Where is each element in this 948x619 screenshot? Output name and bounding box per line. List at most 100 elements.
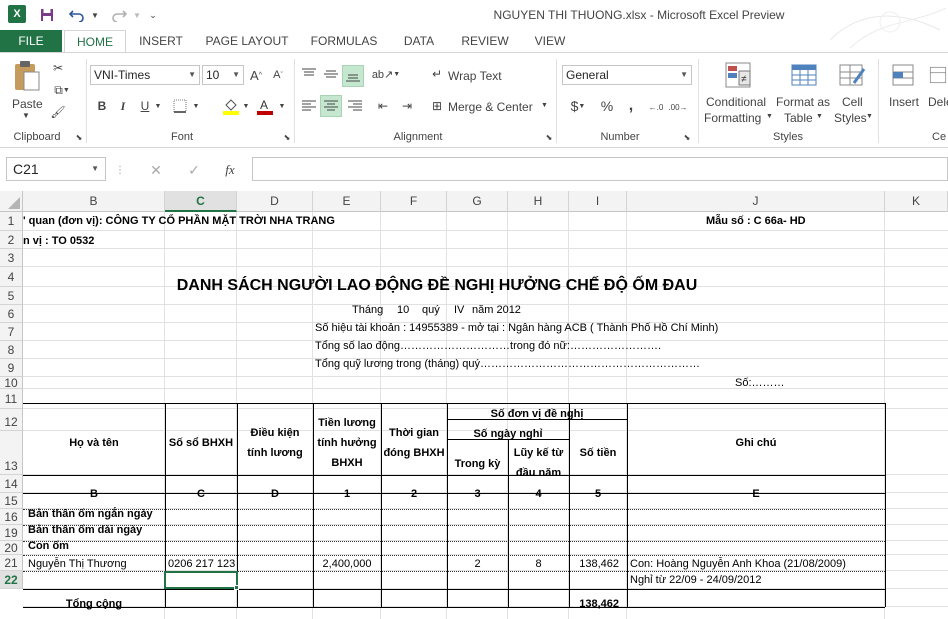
code-3[interactable]: 3	[447, 488, 508, 500]
clipboard-launcher-icon[interactable]: ⬊	[74, 132, 84, 142]
underline-button[interactable]: U	[138, 97, 152, 115]
row-header-2[interactable]: 2	[0, 231, 23, 249]
cell-B16[interactable]: Bản thân ốm dài ngày	[28, 524, 142, 536]
header-dieu-kien-2[interactable]: tính lương	[237, 447, 313, 459]
align-top-icon[interactable]	[300, 65, 318, 83]
enter-icon[interactable]: ✓	[184, 161, 204, 179]
currency-icon[interactable]: $ ▼	[566, 97, 590, 115]
row-header-22[interactable]: 22	[0, 571, 23, 589]
format-table-dropdown-icon[interactable]: ▼	[816, 113, 823, 120]
code-C[interactable]: C	[165, 488, 237, 500]
code-D[interactable]: D	[237, 488, 313, 500]
decrease-font-icon[interactable]: Aˇ	[270, 67, 286, 83]
row-header-19[interactable]: 19	[0, 525, 23, 541]
cell-account[interactable]: Số hiệu tài khoản : 14955389 - mở tại : …	[315, 322, 718, 334]
number-format-select[interactable]: General ▼	[562, 65, 692, 85]
worksheet-grid[interactable]: BCDEFGHIJK 1 2 3 4 5 6 7 8 9 10 11 12 13 14 15 16 19 20 21…	[0, 191, 948, 619]
insert-function-icon[interactable]: fx	[220, 161, 240, 179]
increase-decimal-icon[interactable]: ←.0	[646, 99, 666, 115]
cell-G20[interactable]: 2	[447, 558, 508, 570]
merge-center-icon[interactable]: ⊞	[428, 97, 446, 115]
code-1[interactable]: 1	[313, 488, 381, 500]
header-thoi-gian-2[interactable]: đóng BHXH	[381, 447, 447, 459]
tab-insert[interactable]: INSERT	[130, 30, 192, 52]
select-all-corner[interactable]	[0, 191, 23, 212]
header-thoi-gian-1[interactable]: Thời gian	[381, 427, 447, 439]
cell-B22[interactable]: Tổng cộng	[23, 598, 165, 610]
cell-J20[interactable]: Con: Hoàng Nguyễn Anh Khoa (21/08/2009)	[630, 558, 846, 570]
row-header-4[interactable]: 4	[0, 267, 23, 287]
row-header-6[interactable]: 6	[0, 305, 23, 323]
row-header-5[interactable]: 5	[0, 287, 23, 305]
cell-quarter-label[interactable]: quý	[422, 304, 440, 316]
comma-style-icon[interactable]: ,	[624, 97, 638, 115]
header-so-ngay-nghi[interactable]: Số ngày nghỉ	[447, 428, 569, 440]
report-title[interactable]: DANH SÁCH NGƯỜI LAO ĐỘNG ĐỀ NGHỊ HƯỞNG C…	[90, 277, 784, 295]
increase-font-icon[interactable]: A ^	[248, 67, 264, 83]
code-B[interactable]: B	[23, 488, 165, 500]
header-so-so[interactable]: Số sổ BHXH	[165, 437, 237, 449]
underline-dropdown-icon[interactable]: ▼	[154, 99, 162, 113]
delete-cells-icon[interactable]	[928, 59, 948, 91]
decrease-indent-icon[interactable]: ⇤	[374, 97, 392, 115]
row-header-12[interactable]: 12	[0, 409, 23, 431]
fill-handle[interactable]	[234, 585, 239, 590]
conditional-formatting-icon[interactable]: ≠	[722, 59, 754, 91]
header-tien-luong-3[interactable]: BHXH	[313, 457, 381, 469]
format-as-table-icon[interactable]	[788, 59, 820, 91]
header-so-don-vi[interactable]: Số đơn vị đề nghị	[447, 408, 627, 420]
cell-J21[interactable]: Nghỉ từ 22/09 - 24/09/2012	[630, 574, 762, 586]
row-header-21[interactable]: 21	[0, 555, 23, 571]
cell-C20[interactable]: 0206 217 123	[168, 558, 235, 570]
percent-icon[interactable]: %	[598, 97, 616, 115]
row-header-13[interactable]: 13	[0, 431, 23, 475]
row-header-20[interactable]: 20	[0, 541, 23, 555]
conditional-formatting-button[interactable]: Conditional	[706, 95, 766, 109]
align-left-icon[interactable]	[300, 97, 318, 115]
formula-input[interactable]	[252, 157, 948, 181]
column-header-D[interactable]: D	[237, 191, 313, 212]
header-ghi-chu[interactable]: Ghi chú	[627, 437, 885, 449]
row-header-10[interactable]: 10	[0, 377, 23, 389]
header-tien-luong-1[interactable]: Tiền lương	[313, 417, 381, 429]
column-header-I[interactable]: I	[569, 191, 627, 212]
header-ho-ten[interactable]: Họ và tên	[23, 437, 165, 449]
insert-cells-button[interactable]: Insert	[889, 95, 919, 109]
bold-button[interactable]: B	[94, 97, 110, 115]
column-header-F[interactable]: F	[381, 191, 447, 212]
header-dieu-kien-1[interactable]: Điều kiện	[237, 427, 313, 439]
align-right-icon[interactable]	[346, 97, 364, 115]
cell-number[interactable]: Số:………	[735, 377, 785, 389]
paste-icon[interactable]	[10, 59, 44, 95]
tab-formulas[interactable]: FORMULAS	[304, 30, 384, 52]
cell-month-value[interactable]: 10	[397, 304, 409, 316]
cancel-icon[interactable]: ✕	[146, 161, 166, 179]
cell-I22[interactable]: 138,462	[569, 598, 619, 610]
column-header-J[interactable]: J	[627, 191, 885, 212]
header-tien-luong-2[interactable]: tính hưởng	[313, 437, 381, 449]
tab-page-layout[interactable]: PAGE LAYOUT	[198, 30, 296, 52]
cell-H20[interactable]: 8	[508, 558, 569, 570]
cell-payroll[interactable]: Tổng quỹ lương trong (tháng) quý………………………	[315, 358, 700, 370]
tab-data[interactable]: DATA	[392, 30, 446, 52]
cell-quarter-value[interactable]: IV	[454, 304, 464, 316]
cell-employee-count[interactable]: Tổng số lao động…………………………trong đó nữ:………	[315, 340, 661, 352]
row-header-1[interactable]: 1	[0, 212, 23, 231]
cut-icon[interactable]: ✂	[48, 59, 68, 77]
copy-icon[interactable]: ⧉ ▼	[48, 81, 76, 99]
insert-cells-icon[interactable]	[888, 59, 918, 91]
font-name-select[interactable]: VNI-Times ▼	[90, 65, 200, 85]
wrap-text-button[interactable]: Wrap Text	[448, 69, 502, 83]
column-header-H[interactable]: H	[508, 191, 569, 212]
cell-styles-icon[interactable]	[836, 59, 868, 91]
format-painter-icon[interactable]: 🖌	[48, 103, 68, 121]
delete-cells-button[interactable]: Dele	[928, 95, 948, 109]
fill-color-dropdown-icon[interactable]: ▼	[242, 99, 250, 113]
cell-I20[interactable]: 138,462	[569, 558, 619, 570]
tab-file[interactable]: FILE	[0, 30, 62, 52]
font-color-dropdown-icon[interactable]: ▼	[278, 99, 286, 113]
cell-B20[interactable]: Nguyễn Thị Thương	[28, 558, 127, 570]
row-header-8[interactable]: 8	[0, 341, 23, 359]
font-size-select[interactable]: 10 ▼	[202, 65, 244, 85]
row-header-11[interactable]: 11	[0, 389, 23, 409]
